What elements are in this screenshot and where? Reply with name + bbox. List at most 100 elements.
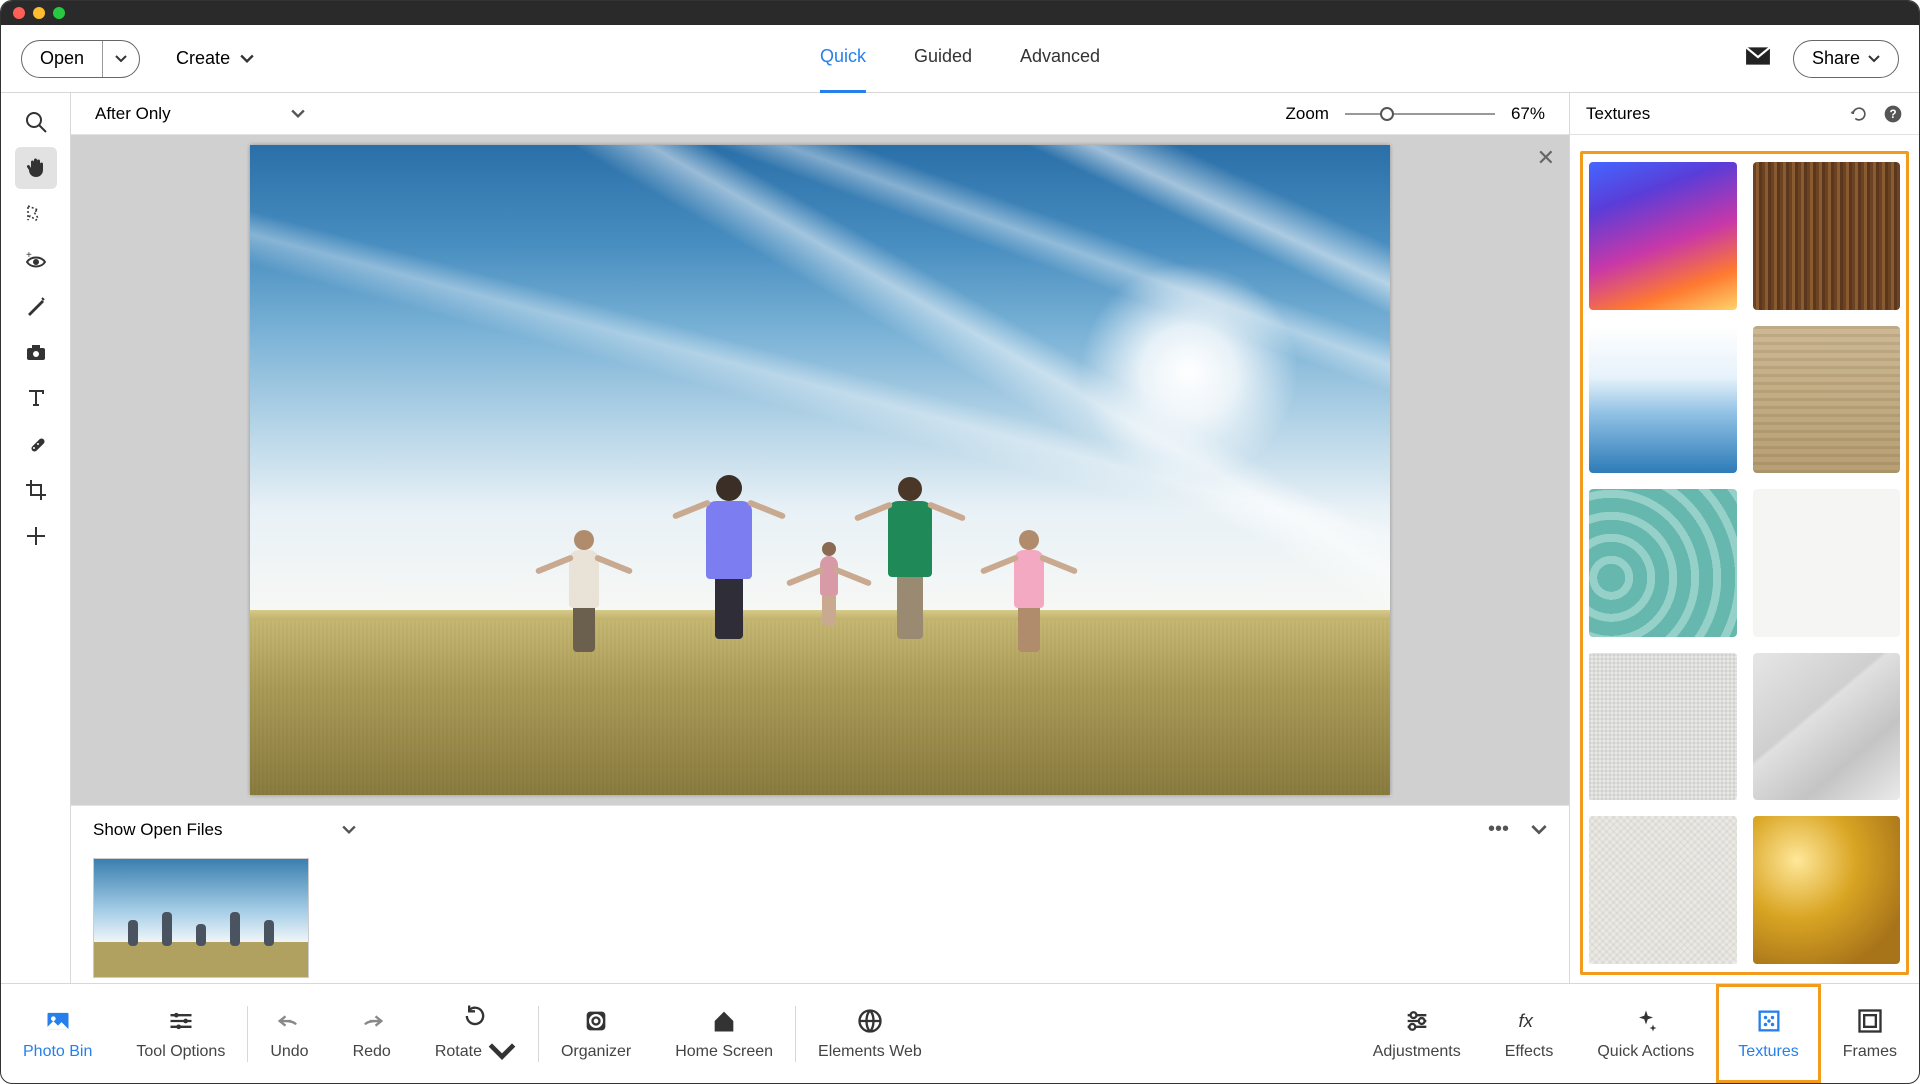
share-button-label: Share [1812, 48, 1860, 69]
right-panel-title: Textures [1586, 104, 1650, 124]
type-tool-icon [24, 386, 48, 410]
top-toolbar: Open Create Quick Guided Advanced Share [1, 25, 1919, 93]
reset-icon[interactable] [1849, 104, 1869, 124]
chevron-down-icon [240, 51, 254, 67]
texture-blue-crystal[interactable] [1589, 326, 1737, 474]
tab-guided[interactable]: Guided [914, 25, 972, 92]
hand-tool[interactable] [15, 147, 57, 189]
frames-icon [1856, 1007, 1884, 1035]
adjustments-button[interactable]: Adjustments [1351, 984, 1483, 1083]
bin-select-label: Show Open Files [93, 820, 222, 840]
adjustments-icon [1403, 1007, 1431, 1035]
quick-actions-button[interactable]: Quick Actions [1575, 984, 1716, 1083]
open-button-label: Open [22, 48, 102, 69]
camera-tool[interactable] [15, 331, 57, 373]
canvas-area[interactable]: ✕ [71, 135, 1569, 805]
close-document-button[interactable]: ✕ [1537, 145, 1555, 171]
bin-more-icon[interactable]: ••• [1488, 818, 1509, 841]
tab-quick[interactable]: Quick [820, 25, 866, 92]
create-button[interactable]: Create [176, 48, 254, 69]
crop-tool[interactable] [15, 469, 57, 511]
rotate-icon [461, 1002, 489, 1030]
texture-paper-plain[interactable] [1753, 489, 1901, 637]
photo-bin-icon [44, 1007, 72, 1035]
move-tool[interactable] [15, 515, 57, 557]
view-options-bar: After Only Zoom 67% [71, 93, 1569, 135]
undo-button[interactable]: Undo [248, 984, 330, 1083]
chevron-down-icon [291, 109, 305, 119]
texture-linen[interactable] [1589, 816, 1737, 964]
bin-select[interactable]: Show Open Files [93, 820, 356, 840]
chevron-down-icon[interactable] [1531, 824, 1547, 836]
effects-icon: fx [1515, 1007, 1543, 1035]
healing-tool-icon [24, 432, 48, 456]
whiten-tool-icon [24, 294, 48, 318]
tool-options-icon [167, 1007, 195, 1035]
zoom-tool-icon [24, 110, 48, 134]
undo-icon [275, 1007, 303, 1035]
redeye-tool-icon: + [24, 248, 48, 272]
type-tool[interactable] [15, 377, 57, 419]
frames-button[interactable]: Frames [1821, 984, 1919, 1083]
redeye-tool[interactable]: + [15, 239, 57, 281]
texture-gradient-sunset[interactable] [1589, 162, 1737, 310]
textures-button[interactable]: Textures [1716, 984, 1820, 1083]
textures-grid-highlight [1580, 151, 1909, 975]
share-button[interactable]: Share [1793, 40, 1899, 78]
zoom-label: Zoom [1286, 104, 1329, 124]
home-screen-button[interactable]: Home Screen [653, 984, 795, 1083]
zoom-value: 67% [1511, 104, 1545, 124]
organizer-button[interactable]: Organizer [539, 984, 653, 1083]
quick-select-tool-icon [24, 202, 48, 226]
move-tool-icon [24, 524, 48, 548]
photo-bin-thumbnail[interactable] [93, 858, 309, 978]
camera-tool-icon [24, 340, 48, 364]
redo-icon [358, 1007, 386, 1035]
texture-teal-waves[interactable] [1589, 489, 1737, 637]
globe-icon [856, 1007, 884, 1035]
crop-tool-icon [24, 478, 48, 502]
photo-bin [71, 853, 1569, 983]
mail-icon[interactable] [1745, 45, 1771, 72]
texture-crumpled-paper[interactable] [1753, 653, 1901, 801]
photo-bin-button[interactable]: Photo Bin [1, 984, 114, 1083]
effects-button[interactable]: fx Effects [1483, 984, 1576, 1083]
document-photo [250, 145, 1390, 795]
photo-bin-bar: Show Open Files ••• [71, 805, 1569, 853]
open-button[interactable]: Open [21, 40, 140, 78]
texture-light-wood[interactable] [1753, 326, 1901, 474]
texture-brick-white[interactable] [1589, 653, 1737, 801]
window-titlebar [1, 1, 1919, 25]
organizer-icon [582, 1007, 610, 1035]
textures-grid [1589, 162, 1900, 964]
redo-button[interactable]: Redo [331, 984, 413, 1083]
quick-select-tool[interactable] [15, 193, 57, 235]
help-icon[interactable]: ? [1883, 104, 1903, 124]
svg-text:?: ? [1889, 108, 1896, 121]
left-tool-strip: + [1, 93, 71, 983]
view-mode-select[interactable]: After Only [95, 104, 305, 124]
zoom-slider[interactable] [1345, 113, 1495, 115]
healing-tool[interactable] [15, 423, 57, 465]
quick-actions-icon [1632, 1007, 1660, 1035]
hand-tool-icon [24, 156, 48, 180]
rotate-button[interactable]: Rotate [413, 984, 538, 1083]
window-maximize-icon[interactable] [53, 7, 65, 19]
home-icon [710, 1007, 738, 1035]
texture-gold-foil[interactable] [1753, 816, 1901, 964]
mode-tabs: Quick Guided Advanced [820, 25, 1100, 92]
chevron-down-icon [488, 1038, 516, 1066]
create-button-label: Create [176, 48, 230, 69]
whiten-tool[interactable] [15, 285, 57, 327]
textures-icon [1755, 1007, 1783, 1035]
svg-text:fx: fx [1519, 1009, 1534, 1030]
zoom-slider-thumb[interactable] [1380, 107, 1394, 121]
elements-web-button[interactable]: Elements Web [796, 984, 944, 1083]
texture-wood-grain[interactable] [1753, 162, 1901, 310]
window-minimize-icon[interactable] [33, 7, 45, 19]
zoom-tool[interactable] [15, 101, 57, 143]
tool-options-button[interactable]: Tool Options [114, 984, 247, 1083]
window-close-icon[interactable] [13, 7, 25, 19]
open-dropdown-icon[interactable] [103, 52, 139, 66]
tab-advanced[interactable]: Advanced [1020, 25, 1100, 92]
